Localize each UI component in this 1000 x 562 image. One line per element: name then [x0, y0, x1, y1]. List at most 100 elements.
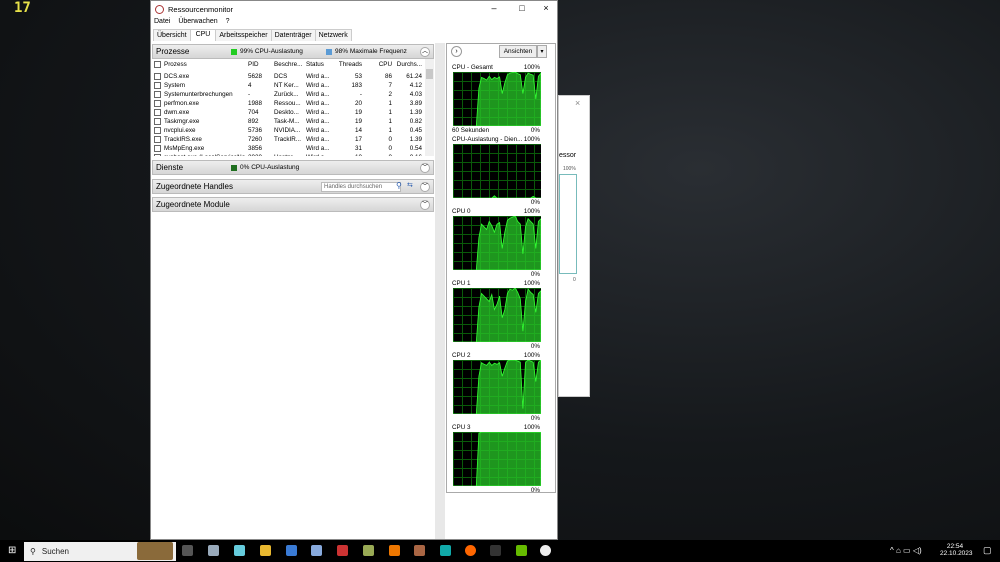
- graph-max: 100%: [523, 280, 540, 287]
- modules-section-header[interactable]: Zugeordnete Module ﹀: [152, 197, 434, 212]
- chevron-down-icon[interactable]: ﹀: [420, 200, 430, 210]
- firefox-icon[interactable]: [465, 545, 476, 556]
- row-checkbox[interactable]: [154, 154, 161, 156]
- column-header[interactable]: Threads: [338, 61, 362, 68]
- menu-ueberwachen[interactable]: Überwachen: [178, 18, 217, 25]
- table-row[interactable]: DCS.exe 5628 DCS Wird a... 53 86 61.24: [152, 72, 424, 81]
- background-window[interactable]: × essor 100% 0: [558, 95, 590, 397]
- row-checkbox[interactable]: [154, 136, 161, 143]
- row-checkbox[interactable]: [154, 100, 161, 107]
- cell: Wird a...: [306, 82, 330, 89]
- resource-monitor-window: Ressourcenmonitor – □ × Datei Überwachen…: [150, 0, 558, 540]
- handles-section-header[interactable]: Zugeordnete Handles Handles durchsuchen …: [152, 179, 434, 194]
- chevron-down-icon[interactable]: ﹀: [420, 163, 430, 173]
- windows-start-icon[interactable]: ⊞: [8, 545, 16, 556]
- handles-search-input[interactable]: Handles durchsuchen: [321, 182, 401, 192]
- table-row[interactable]: perfmon.exe 1988 Ressou... Wird a... 20 1 3.89: [152, 99, 424, 108]
- table-row[interactable]: nvcplui.exe 5736 NVIDIA... Wird a... 14 1 0.45: [152, 126, 424, 135]
- task-view-icon[interactable]: [182, 545, 193, 556]
- bg-window-heading: essor: [559, 152, 577, 159]
- graph-title: CPU-Auslastung - Dien...: [452, 136, 523, 143]
- table-row[interactable]: Systemunterbrechungen - Zurück... Wird a...…: [152, 90, 424, 99]
- table-row[interactable]: dwm.exe 704 Deskto... Wird a... 19 1 1.39: [152, 108, 424, 117]
- graph-label: CPU-Auslastung - Dien... 100%: [452, 136, 540, 143]
- cell: 0.82: [409, 118, 422, 125]
- row-checkbox[interactable]: [154, 118, 161, 125]
- column-header[interactable]: CPU: [378, 61, 392, 68]
- row-checkbox[interactable]: [154, 127, 161, 134]
- clock-date: 22.10.2023: [940, 550, 973, 557]
- system-tray-icons[interactable]: ^ ⌂ ▭ ◁): [890, 546, 922, 555]
- cell: 14: [354, 127, 362, 134]
- tab-netzwerk[interactable]: Netzwerk: [314, 29, 352, 41]
- close-icon[interactable]: ×: [575, 98, 580, 108]
- column-header[interactable]: Durchs...: [396, 61, 422, 68]
- maximize-button[interactable]: □: [509, 3, 535, 13]
- cell: Hostpr...: [274, 154, 304, 156]
- column-header[interactable]: Beschre...: [274, 61, 304, 68]
- chevron-down-icon[interactable]: ﹀: [420, 182, 430, 192]
- app-icon-2[interactable]: [234, 545, 245, 556]
- tab-arbeitsspeicher[interactable]: Arbeitsspeicher: [215, 29, 272, 41]
- cell: 17: [354, 136, 362, 143]
- table-row[interactable]: TrackIRS.exe 7260 TrackIR... Wird a... 17 0 1.…: [152, 135, 424, 144]
- process-table-scrollbar[interactable]: [425, 59, 434, 156]
- views-dropdown-icon[interactable]: ▾: [537, 45, 547, 58]
- refresh-icon[interactable]: ⇆: [407, 181, 413, 189]
- notifications-icon[interactable]: ▢: [983, 545, 992, 556]
- cell: 1988: [248, 100, 263, 107]
- cell: 7260: [248, 136, 263, 143]
- dcs-icon[interactable]: [490, 545, 501, 556]
- chevron-up-icon[interactable]: ︿: [420, 47, 430, 57]
- select-all-checkbox[interactable]: [154, 61, 161, 68]
- app-icon-3[interactable]: [286, 545, 297, 556]
- tab-uebersicht[interactable]: Übersicht: [153, 29, 191, 41]
- tab-datentraeger[interactable]: Datenträger: [270, 29, 316, 41]
- row-checkbox[interactable]: [154, 145, 161, 152]
- table-row[interactable]: svchost.exe (LocalServiceNo...2020Hostpr…: [152, 153, 424, 156]
- cell: 3.89: [409, 100, 422, 107]
- close-button[interactable]: ×: [533, 3, 559, 13]
- table-row[interactable]: Taskmgr.exe 892 Task-M... Wird a... 19 1 0.82: [152, 117, 424, 126]
- app-icon-1[interactable]: [208, 545, 219, 556]
- graph-label: CPU 2 100%: [452, 352, 540, 359]
- tab-cpu[interactable]: CPU: [189, 29, 217, 41]
- row-checkbox[interactable]: [154, 109, 161, 116]
- services-section-header[interactable]: Dienste 0% CPU-Auslastung ﹀: [152, 160, 434, 175]
- minimize-button[interactable]: –: [481, 3, 507, 13]
- search-placeholder: Suchen: [41, 547, 69, 556]
- file-explorer-icon[interactable]: [260, 545, 271, 556]
- table-row[interactable]: MsMpEng.exe 3856 Wird a... 31 0 0.54: [152, 144, 424, 153]
- menu-datei[interactable]: Datei: [154, 18, 170, 25]
- row-checkbox[interactable]: [154, 91, 161, 98]
- nvidia-icon[interactable]: [516, 545, 527, 556]
- table-row[interactable]: System 4 NT Ker... Wird a... 183 7 4.12: [152, 81, 424, 90]
- graph-max: 100%: [523, 136, 540, 143]
- column-header[interactable]: PID: [248, 61, 272, 68]
- row-checkbox[interactable]: [154, 73, 161, 80]
- section-title: Dienste: [156, 163, 184, 172]
- search-icon[interactable]: ⚲: [396, 181, 402, 190]
- app-icon-5[interactable]: [337, 545, 348, 556]
- graph-label: CPU 3 100%: [452, 424, 540, 431]
- app-icon-8[interactable]: [414, 545, 425, 556]
- cell: 0.45: [409, 127, 422, 134]
- cell: 10: [338, 154, 362, 156]
- arduino-icon[interactable]: [440, 545, 451, 556]
- menu-help[interactable]: ?: [226, 18, 230, 25]
- section-title: Prozesse: [156, 47, 190, 56]
- cell: System: [164, 82, 185, 89]
- chevron-right-icon[interactable]: ›: [451, 46, 462, 57]
- processes-section-header[interactable]: Prozesse 99% CPU-Auslastung 98% Maximale…: [152, 44, 434, 59]
- cell: MsMpEng.exe: [164, 145, 205, 152]
- resource-monitor-taskbar-icon[interactable]: [540, 545, 551, 556]
- views-button[interactable]: Ansichten: [499, 45, 537, 58]
- column-header[interactable]: Status: [306, 61, 336, 68]
- clock[interactable]: 22:54 22.10.2023: [940, 543, 973, 557]
- row-checkbox[interactable]: [154, 82, 161, 89]
- app-icon-4[interactable]: [311, 545, 322, 556]
- column-header[interactable]: Prozess: [164, 61, 246, 68]
- app-icon-7[interactable]: [389, 545, 400, 556]
- pane-scrollbar[interactable]: [435, 43, 445, 539]
- app-icon-6[interactable]: [363, 545, 374, 556]
